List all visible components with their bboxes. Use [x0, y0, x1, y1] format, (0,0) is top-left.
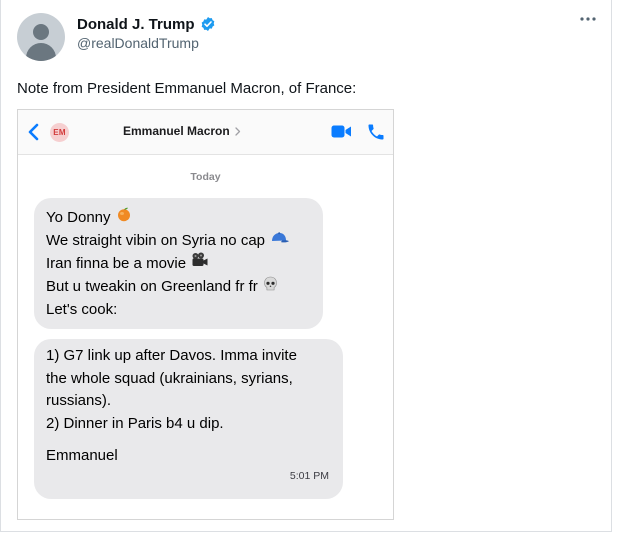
movie-camera-emoji	[191, 252, 209, 276]
message-text: But u tweakin on Greenland fr fr	[46, 278, 258, 295]
cap-emoji	[270, 230, 290, 253]
day-label: Today	[190, 171, 221, 183]
message-paragraph: 1) G7 link up after Davos. Imma invite t…	[46, 345, 331, 435]
message-line: the whole squad (ukrainians, syrians,	[46, 368, 331, 391]
message-text: russians).	[46, 392, 112, 409]
tweet-text: Note from President Emmanuel Macron, of …	[17, 80, 357, 97]
author-block: Donald J. Trump @realDonaldTrump	[77, 14, 216, 51]
message-line: russians).	[46, 390, 331, 413]
back-chevron-icon	[28, 123, 39, 141]
attached-screenshot[interactable]: EM Emmanuel Macron Today Yo Donny We str…	[17, 109, 394, 520]
message-bubble: 1) G7 link up after Davos. Imma invite t…	[34, 339, 343, 499]
message-line: We straight vibin on Syria no cap	[46, 230, 311, 253]
message-line: 2) Dinner in Paris b4 u dip.	[46, 413, 331, 436]
message-text: Iran finna be a movie	[46, 254, 187, 272]
message-signoff: Emmanuel	[46, 445, 331, 468]
message-text: We straight vibin on Syria no cap	[46, 231, 266, 249]
author-avatar[interactable]	[17, 13, 65, 61]
contact-avatar: EM	[50, 123, 69, 142]
message-text: Let's cook:	[46, 301, 118, 318]
message-text: Emmanuel	[46, 447, 118, 464]
avatar-head	[33, 24, 49, 40]
chevron-right-icon	[235, 127, 241, 136]
message-line: Let's cook:	[46, 299, 311, 322]
message-line: But u tweakin on Greenland fr fr	[46, 276, 311, 300]
message-text: the whole squad (ukrainians, syrians,	[46, 369, 293, 387]
avatar-body	[26, 43, 56, 61]
contact-name: Emmanuel Macron	[123, 124, 230, 138]
skull-emoji	[263, 276, 278, 300]
message-text: 2) Dinner in Paris b4 u dip.	[46, 414, 224, 432]
message-timestamp: 5:01 PM	[289, 469, 329, 482]
message-line: Iran finna be a movie	[46, 252, 311, 276]
message-bubble: Yo Donny We straight vibin on Syria no c…	[34, 198, 323, 329]
video-call-icon	[331, 125, 351, 138]
message-line: Yo Donny	[46, 206, 311, 230]
message-text: 1) G7 link up after Davos. Imma invite	[46, 347, 297, 364]
tweet-card: Donald J. Trump @realDonaldTrump Note fr…	[0, 0, 612, 532]
phone-call-icon	[368, 124, 384, 140]
verified-badge-icon	[201, 17, 214, 31]
more-options-icon[interactable]	[578, 14, 598, 24]
orange-emoji	[116, 206, 132, 230]
message-line: 1) G7 link up after Davos. Imma invite	[46, 345, 331, 368]
author-handle[interactable]: @realDonaldTrump	[77, 35, 216, 51]
author-name-row: Donald J. Trump	[77, 14, 216, 34]
message-text: Yo Donny	[46, 208, 111, 226]
imessage-header: EM Emmanuel Macron	[18, 110, 393, 155]
author-name[interactable]: Donald J. Trump	[77, 16, 195, 33]
